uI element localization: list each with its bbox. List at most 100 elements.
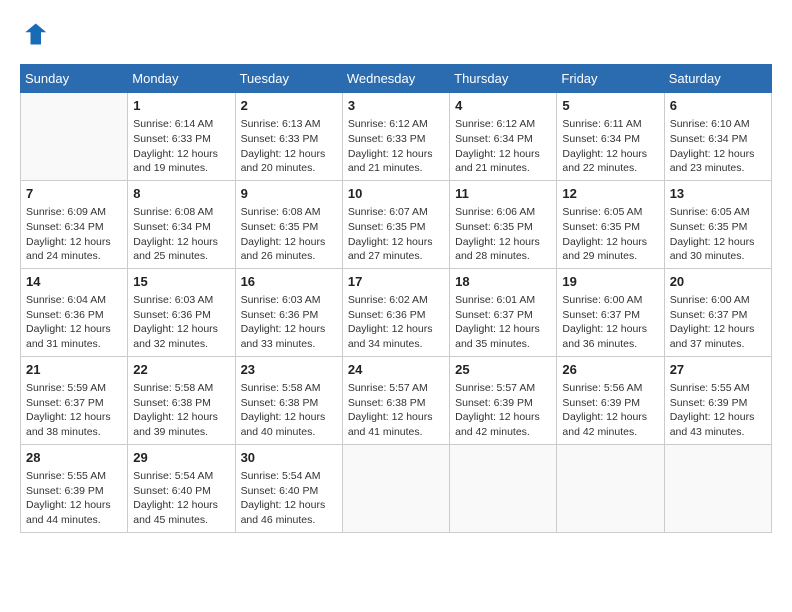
day-cell: 2 Sunrise: 6:13 AMSunset: 6:33 PMDaylight… [235,93,342,181]
day-cell: 18 Sunrise: 6:01 AMSunset: 6:37 PMDayligh… [450,268,557,356]
day-cell: 22 Sunrise: 5:58 AMSunset: 6:38 PMDayligh… [128,356,235,444]
header-row: SundayMondayTuesdayWednesdayThursdayFrid… [21,65,772,93]
day-cell: 20 Sunrise: 6:00 AMSunset: 6:37 PMDayligh… [664,268,771,356]
day-number: 17 [348,273,444,291]
day-cell: 28 Sunrise: 5:55 AMSunset: 6:39 PMDayligh… [21,444,128,532]
day-info: Sunrise: 6:13 AMSunset: 6:33 PMDaylight:… [241,117,337,176]
day-number: 22 [133,361,229,379]
day-number: 10 [348,185,444,203]
day-cell: 27 Sunrise: 5:55 AMSunset: 6:39 PMDayligh… [664,356,771,444]
week-row-1: 1 Sunrise: 6:14 AMSunset: 6:33 PMDaylight… [21,93,772,181]
day-number: 9 [241,185,337,203]
day-cell: 11 Sunrise: 6:06 AMSunset: 6:35 PMDayligh… [450,180,557,268]
week-row-3: 14Sunrise: 6:04 AMSunset: 6:36 PMDayligh… [21,268,772,356]
day-number: 11 [455,185,551,203]
day-number: 27 [670,361,766,379]
header-cell-sunday: Sunday [21,65,128,93]
day-info: Sunrise: 5:57 AMSunset: 6:38 PMDaylight:… [348,381,444,440]
day-number: 6 [670,97,766,115]
day-cell: 29Sunrise: 5:54 AMSunset: 6:40 PMDayligh… [128,444,235,532]
day-info: Sunrise: 5:57 AMSunset: 6:39 PMDaylight:… [455,381,551,440]
day-info: Sunrise: 5:55 AMSunset: 6:39 PMDaylight:… [26,469,122,528]
day-number: 3 [348,97,444,115]
day-info: Sunrise: 6:14 AMSunset: 6:33 PMDaylight:… [133,117,229,176]
day-info: Sunrise: 6:00 AMSunset: 6:37 PMDaylight:… [562,293,658,352]
day-info: Sunrise: 5:58 AMSunset: 6:38 PMDaylight:… [133,381,229,440]
day-info: Sunrise: 6:12 AMSunset: 6:33 PMDaylight:… [348,117,444,176]
day-number: 13 [670,185,766,203]
day-info: Sunrise: 6:09 AMSunset: 6:34 PMDaylight:… [26,205,122,264]
day-info: Sunrise: 6:02 AMSunset: 6:36 PMDaylight:… [348,293,444,352]
day-number: 20 [670,273,766,291]
day-cell [21,93,128,181]
header-cell-saturday: Saturday [664,65,771,93]
day-info: Sunrise: 6:08 AMSunset: 6:35 PMDaylight:… [241,205,337,264]
day-cell: 16 Sunrise: 6:03 AMSunset: 6:36 PMDayligh… [235,268,342,356]
day-cell: 17 Sunrise: 6:02 AMSunset: 6:36 PMDayligh… [342,268,449,356]
day-cell: 6 Sunrise: 6:10 AMSunset: 6:34 PMDaylight… [664,93,771,181]
day-info: Sunrise: 5:54 AMSunset: 6:40 PMDaylight:… [133,469,229,528]
day-number: 1 [133,97,229,115]
day-number: 25 [455,361,551,379]
day-number: 15 [133,273,229,291]
day-cell: 30 Sunrise: 5:54 AMSunset: 6:40 PMDayligh… [235,444,342,532]
day-cell: 14Sunrise: 6:04 AMSunset: 6:36 PMDayligh… [21,268,128,356]
day-cell: 13 Sunrise: 6:05 AMSunset: 6:35 PMDayligh… [664,180,771,268]
day-cell: 1 Sunrise: 6:14 AMSunset: 6:33 PMDaylight… [128,93,235,181]
day-cell: 9 Sunrise: 6:08 AMSunset: 6:35 PMDaylight… [235,180,342,268]
day-cell: 7 Sunrise: 6:09 AMSunset: 6:34 PMDaylight… [21,180,128,268]
day-cell: 24Sunrise: 5:57 AMSunset: 6:38 PMDayligh… [342,356,449,444]
day-info: Sunrise: 6:06 AMSunset: 6:35 PMDaylight:… [455,205,551,264]
logo [20,20,52,48]
day-number: 18 [455,273,551,291]
header-cell-monday: Monday [128,65,235,93]
day-info: Sunrise: 6:05 AMSunset: 6:35 PMDaylight:… [562,205,658,264]
day-info: Sunrise: 5:54 AMSunset: 6:40 PMDaylight:… [241,469,337,528]
day-number: 28 [26,449,122,467]
day-info: Sunrise: 6:01 AMSunset: 6:37 PMDaylight:… [455,293,551,352]
day-number: 8 [133,185,229,203]
day-cell: 21 Sunrise: 5:59 AMSunset: 6:37 PMDayligh… [21,356,128,444]
day-number: 5 [562,97,658,115]
day-info: Sunrise: 6:05 AMSunset: 6:35 PMDaylight:… [670,205,766,264]
day-info: Sunrise: 6:00 AMSunset: 6:37 PMDaylight:… [670,293,766,352]
day-info: Sunrise: 6:07 AMSunset: 6:35 PMDaylight:… [348,205,444,264]
day-info: Sunrise: 6:08 AMSunset: 6:34 PMDaylight:… [133,205,229,264]
day-number: 16 [241,273,337,291]
day-number: 7 [26,185,122,203]
header-cell-friday: Friday [557,65,664,93]
logo-icon [20,20,48,48]
day-info: Sunrise: 6:03 AMSunset: 6:36 PMDaylight:… [241,293,337,352]
calendar-table: SundayMondayTuesdayWednesdayThursdayFrid… [20,64,772,533]
day-cell: 5 Sunrise: 6:11 AMSunset: 6:34 PMDaylight… [557,93,664,181]
day-info: Sunrise: 5:55 AMSunset: 6:39 PMDaylight:… [670,381,766,440]
page-header [20,20,772,48]
day-info: Sunrise: 5:56 AMSunset: 6:39 PMDaylight:… [562,381,658,440]
day-number: 21 [26,361,122,379]
day-cell: 3 Sunrise: 6:12 AMSunset: 6:33 PMDaylight… [342,93,449,181]
day-info: Sunrise: 6:10 AMSunset: 6:34 PMDaylight:… [670,117,766,176]
day-cell [342,444,449,532]
day-cell: 4 Sunrise: 6:12 AMSunset: 6:34 PMDaylight… [450,93,557,181]
day-number: 4 [455,97,551,115]
day-cell: 25 Sunrise: 5:57 AMSunset: 6:39 PMDayligh… [450,356,557,444]
day-cell [557,444,664,532]
day-info: Sunrise: 5:58 AMSunset: 6:38 PMDaylight:… [241,381,337,440]
day-number: 2 [241,97,337,115]
day-cell: 8 Sunrise: 6:08 AMSunset: 6:34 PMDaylight… [128,180,235,268]
header-cell-wednesday: Wednesday [342,65,449,93]
day-number: 30 [241,449,337,467]
day-info: Sunrise: 6:11 AMSunset: 6:34 PMDaylight:… [562,117,658,176]
day-cell [664,444,771,532]
day-number: 23 [241,361,337,379]
day-cell: 26Sunrise: 5:56 AMSunset: 6:39 PMDayligh… [557,356,664,444]
day-info: Sunrise: 6:12 AMSunset: 6:34 PMDaylight:… [455,117,551,176]
day-number: 19 [562,273,658,291]
day-info: Sunrise: 6:04 AMSunset: 6:36 PMDaylight:… [26,293,122,352]
day-info: Sunrise: 5:59 AMSunset: 6:37 PMDaylight:… [26,381,122,440]
header-cell-thursday: Thursday [450,65,557,93]
week-row-5: 28 Sunrise: 5:55 AMSunset: 6:39 PMDayligh… [21,444,772,532]
day-cell: 23 Sunrise: 5:58 AMSunset: 6:38 PMDayligh… [235,356,342,444]
day-cell: 12Sunrise: 6:05 AMSunset: 6:35 PMDayligh… [557,180,664,268]
day-cell: 19 Sunrise: 6:00 AMSunset: 6:37 PMDayligh… [557,268,664,356]
